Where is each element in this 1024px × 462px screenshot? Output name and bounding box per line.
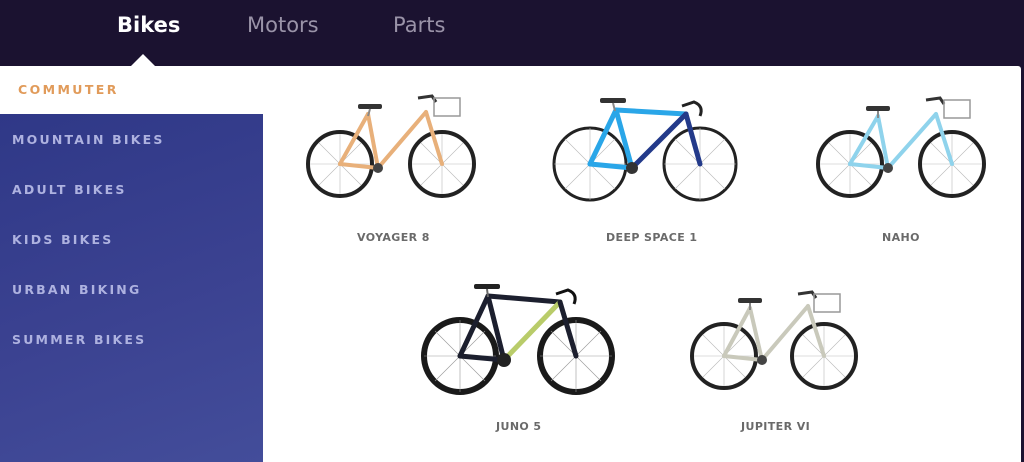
bike-image [816, 96, 986, 198]
bike-image [690, 290, 858, 390]
product-name: DEEP SPACE 1 [606, 231, 698, 244]
sidebar-item-commuter[interactable]: COMMUTER [18, 82, 119, 97]
bike-image [552, 98, 738, 202]
product-card-voyager-8[interactable]: VOYAGER 8 [300, 90, 480, 250]
tab-motors[interactable]: Motors [247, 13, 319, 37]
product-card-juno-5[interactable]: JUNO 5 [418, 278, 618, 448]
top-nav-bar: Bikes Motors Parts [0, 0, 1024, 66]
category-sidebar: MOUNTAIN BIKES ADULT BIKES KIDS BIKES UR… [0, 114, 263, 462]
active-tab-caret [131, 54, 155, 66]
product-card-jupiter-vi[interactable]: JUPITER VI [686, 288, 866, 448]
sidebar-item-urban-biking[interactable]: URBAN BIKING [12, 282, 141, 297]
tab-parts[interactable]: Parts [393, 13, 445, 37]
mega-menu-panel: COMMUTER MOUNTAIN BIKES ADULT BIKES KIDS… [0, 66, 1021, 462]
tab-bikes[interactable]: Bikes [117, 13, 180, 37]
sidebar-item-adult-bikes[interactable]: ADULT BIKES [12, 182, 127, 197]
product-card-naho[interactable]: NAHO [812, 92, 992, 252]
product-card-deep-space-1[interactable]: DEEP SPACE 1 [550, 92, 740, 252]
sidebar-item-summer-bikes[interactable]: SUMMER BIKES [12, 332, 146, 347]
sidebar-item-mountain-bikes[interactable]: MOUNTAIN BIKES [12, 132, 165, 147]
product-name: NAHO [882, 231, 920, 244]
sidebar-item-kids-bikes[interactable]: KIDS BIKES [12, 232, 113, 247]
product-name: JUNO 5 [496, 420, 542, 433]
product-name: JUPITER VI [741, 420, 811, 433]
product-name: VOYAGER 8 [357, 231, 430, 244]
bike-image [421, 284, 615, 395]
bike-image [306, 94, 476, 198]
